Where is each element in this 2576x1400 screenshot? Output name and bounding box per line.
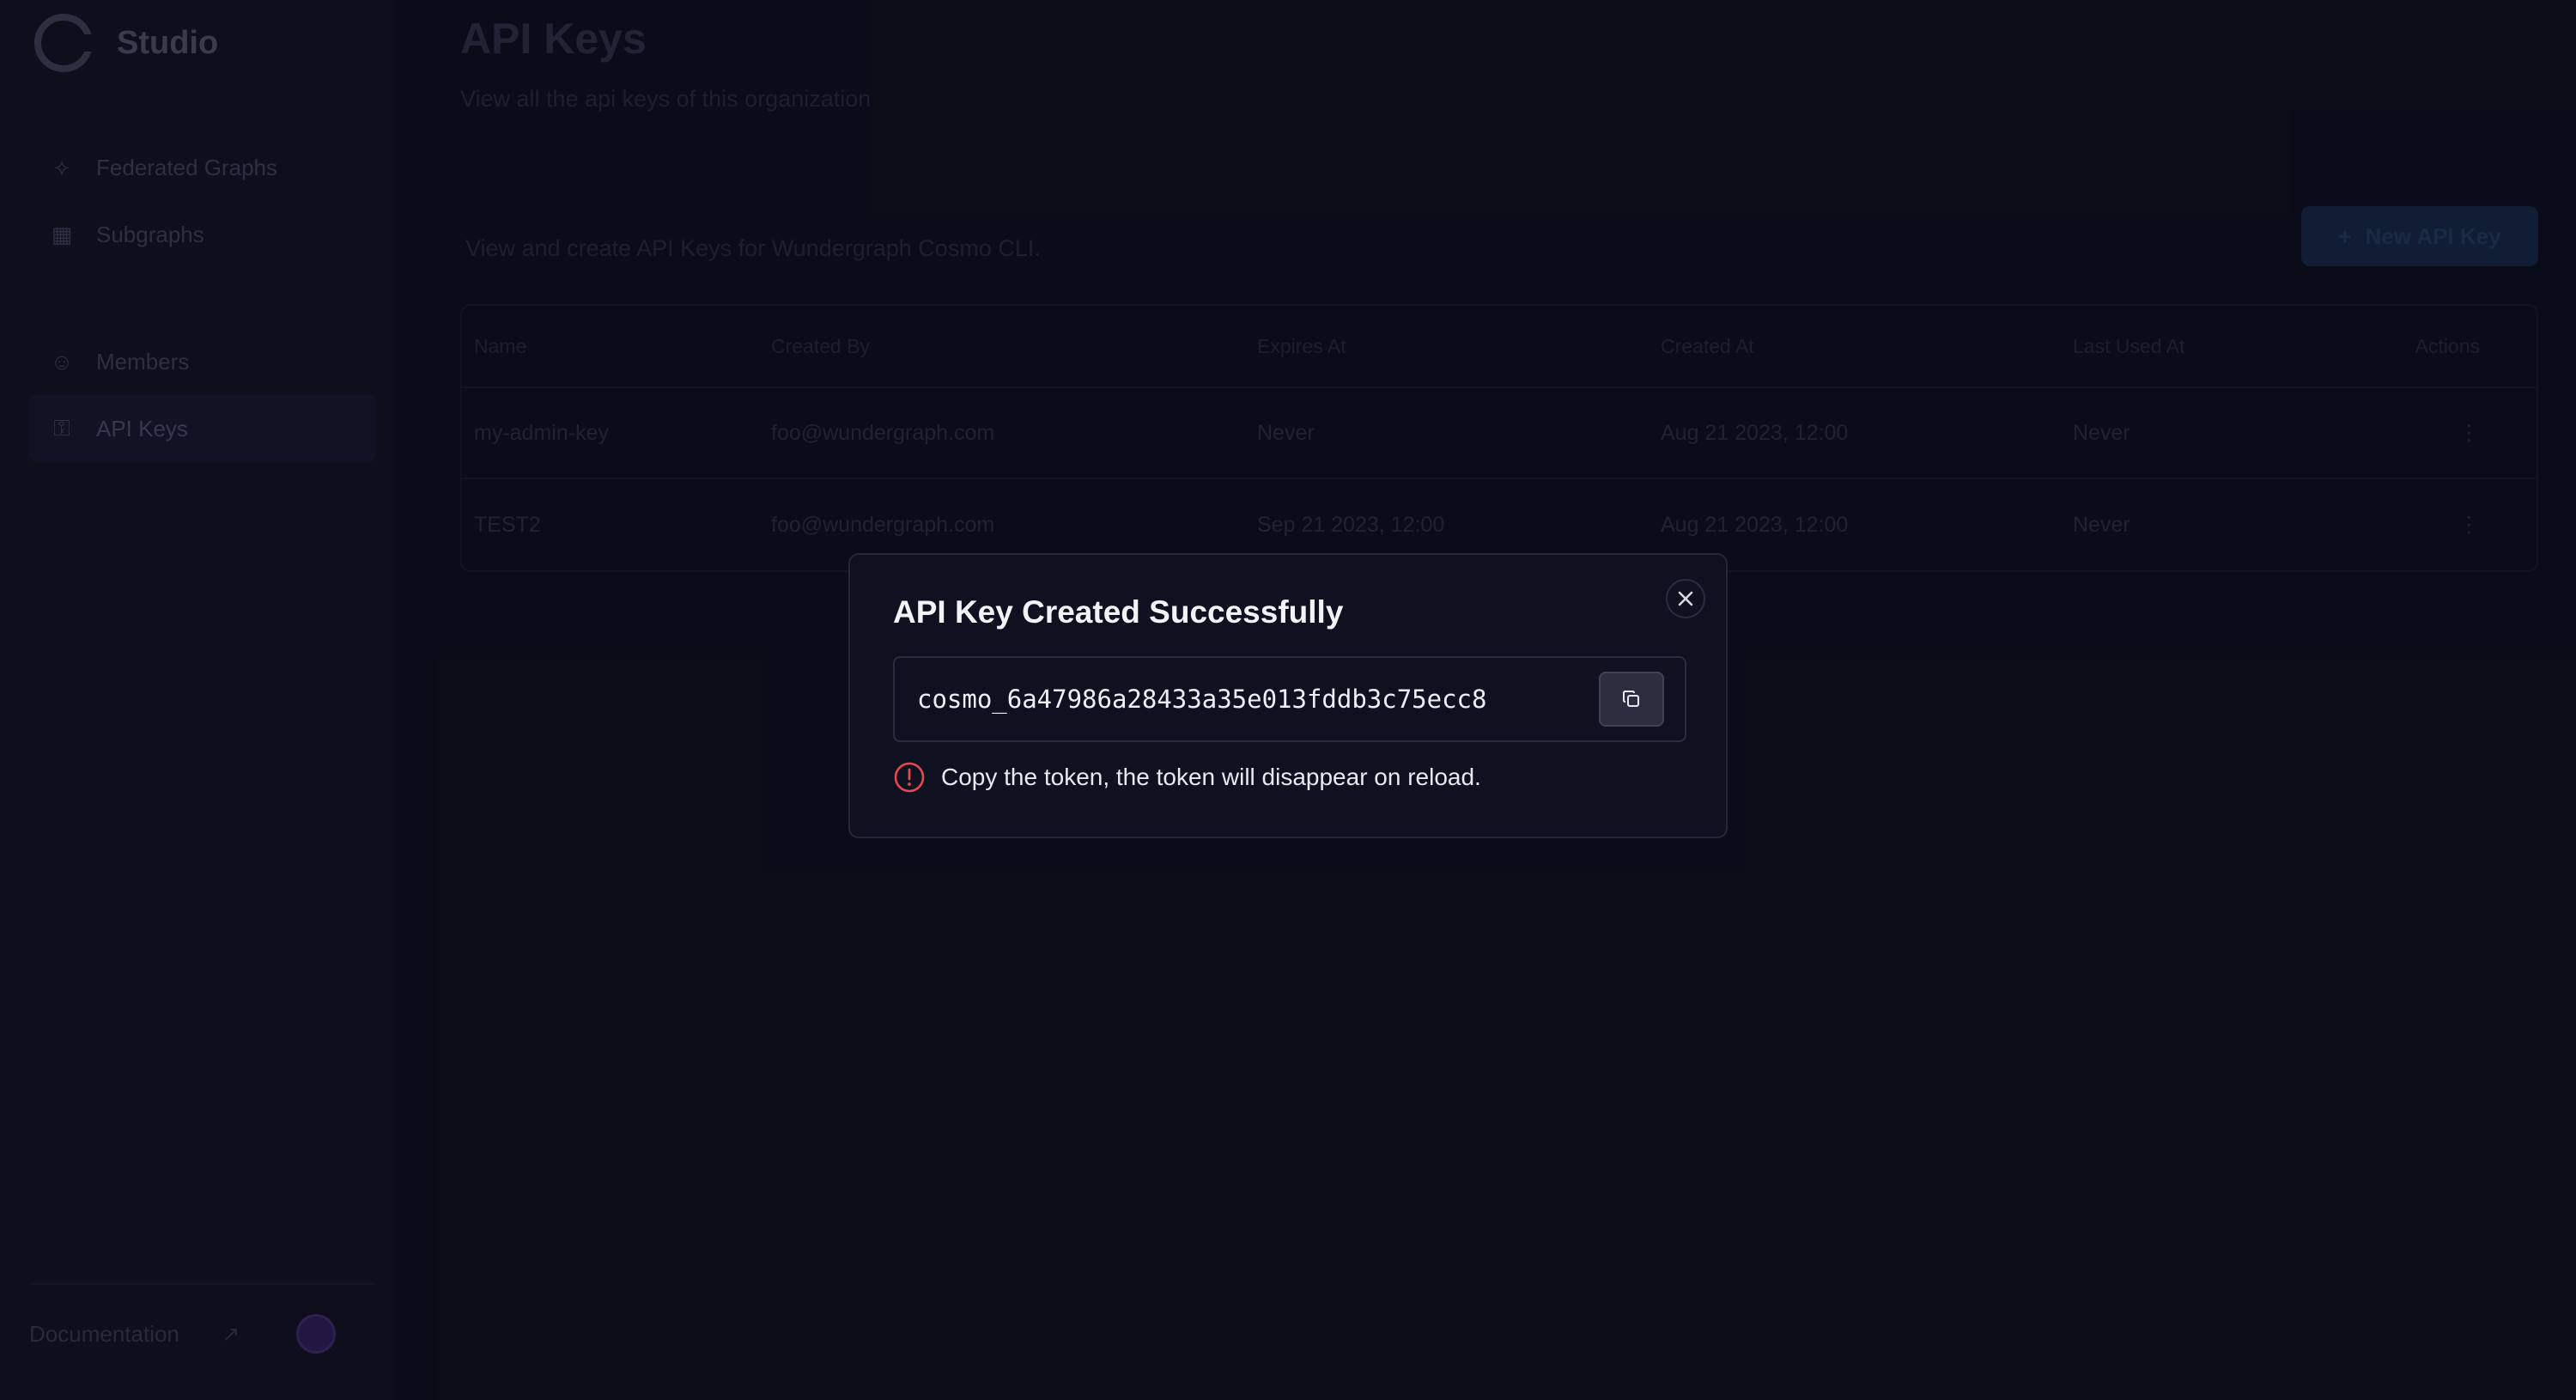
close-icon — [1678, 591, 1693, 606]
api-key-token[interactable]: cosmo_6a47986a28433a35e013fddb3c75ecc8 — [917, 685, 1486, 714]
warning-message: Copy the token, the token will disappear… — [893, 761, 1481, 794]
copy-icon — [1623, 691, 1639, 707]
api-key-created-dialog: API Key Created Successfully cosmo_6a479… — [848, 553, 1728, 838]
alert-circle-icon — [894, 762, 925, 793]
close-button[interactable] — [1666, 579, 1705, 618]
token-field[interactable]: cosmo_6a47986a28433a35e013fddb3c75ecc8 — [893, 656, 1686, 742]
copy-button[interactable] — [1599, 672, 1664, 727]
warning-text: Copy the token, the token will disappear… — [941, 764, 1481, 790]
app-root: Studio ⟡ Federated Graphs ▦ Subgraphs ☺ … — [0, 0, 2576, 1400]
dialog-title: API Key Created Successfully — [893, 594, 1344, 630]
